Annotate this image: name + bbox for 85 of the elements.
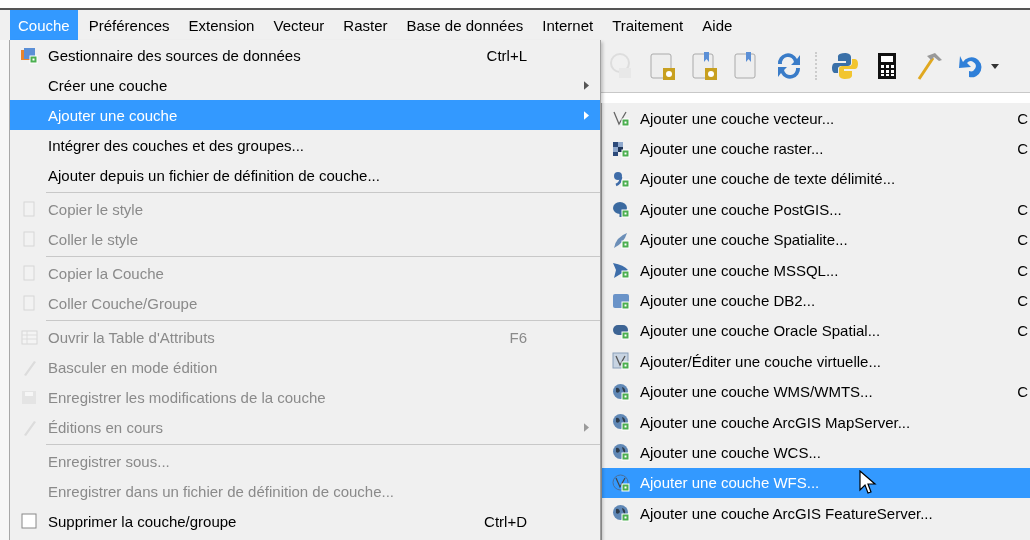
menu-item-label: Créer une couche (48, 76, 168, 94)
menu-item-label: Copier la Couche (48, 264, 164, 282)
menu-bar-item[interactable]: Base de données (398, 10, 532, 40)
database-icon (612, 291, 630, 310)
menu-item-label: Ajouter une couche WCS... (640, 444, 821, 461)
submenu-item[interactable]: Ajouter une couche de texte délimité... (602, 163, 1030, 195)
submenu-item[interactable]: Ajouter une couche Spatialite... C (602, 224, 1030, 255)
shortcut-label: C (1017, 109, 1028, 127)
menu-item-label: Ajouter/Éditer une couche virtuelle... (640, 352, 881, 370)
shortcut-label: Ctrl+L (486, 46, 527, 64)
menu-item-label: Basculer en mode édition (48, 358, 218, 376)
menu-item-label: Supprimer la couche/groupe (48, 512, 237, 530)
submenu-item[interactable]: Ajouter une couche vecteur... C (602, 103, 1030, 134)
menu-item[interactable]: Ajouter depuis un fichier de définition de couche... (10, 160, 600, 190)
shortcut-label: C (1017, 322, 1028, 340)
menu-item-label: Ajouter depuis un fichier de définition de couche... (48, 166, 380, 184)
globe-icon (612, 443, 630, 462)
menu-item-label: Ajouter une couche MSSQL... (640, 261, 839, 279)
menu-item-label: Ajouter une couche PostGIS... (640, 200, 842, 218)
vector-icon (612, 352, 630, 371)
shortcut-label: C (1017, 261, 1028, 279)
shortcut-label: C (1017, 140, 1028, 158)
submenu-item[interactable]: Ajouter une couche ArcGIS FeatureServer... (602, 498, 1030, 529)
stack-icon (20, 46, 38, 64)
submenu-item[interactable]: Ajouter une couche DB2... C (602, 285, 1030, 316)
menu-item-label: Coller Couche/Groupe (48, 294, 198, 312)
menu-bar-item[interactable]: Internet (534, 10, 602, 40)
menu-item[interactable]: Créer une couche (10, 70, 600, 100)
menu-item-label: Ajouter une couche WFS... (640, 474, 820, 492)
menu-item[interactable]: Intégrer des couches et des groupes... (10, 130, 600, 160)
menu-bar-item[interactable]: Vecteur (265, 10, 333, 40)
menu-item-label: Ajouter une couche de texte délimité... (640, 170, 896, 188)
menu-bar-item[interactable]: Traitement (604, 10, 692, 40)
submenu-item[interactable]: Ajouter une couche WMS/WMTS... C (602, 376, 1030, 407)
elephant-icon (612, 200, 630, 219)
menu-item-label: Ajouter une couche ArcGIS MapServer... (640, 413, 911, 431)
mouse-pointer-icon (859, 470, 877, 496)
python-icon[interactable] (829, 50, 861, 82)
vector-icon (612, 473, 630, 492)
menu-bar-item[interactable]: Raster (335, 10, 396, 40)
menu-item-label: Ajouter une couche raster... (640, 140, 824, 158)
comma-icon (612, 169, 630, 188)
submenu-item[interactable]: Ajouter une couche PostGIS... C (602, 194, 1030, 225)
checkbox-icon (20, 512, 38, 530)
globe-icon (612, 382, 630, 401)
menu-item-label: Ajouter une couche DB2... (640, 292, 816, 310)
shortcut-label: C (1017, 383, 1028, 401)
menu-item[interactable]: Supprimer la couche/groupe Ctrl+D (10, 506, 600, 536)
globe-icon (612, 504, 630, 523)
shortcut-label: C (1017, 292, 1028, 310)
submenu-item[interactable]: Ajouter une couche MSSQL... C (602, 254, 1030, 286)
fish-icon (612, 261, 630, 280)
shortcut-label: F6 (509, 328, 527, 346)
menu-item-label: Enregistrer dans un fichier de définition de couche... (48, 482, 395, 500)
menu-item-label: Enregistrer les modifications de la couche (48, 388, 326, 406)
menu-item-label: Ouvrir la Table d'Attributs (48, 328, 215, 346)
globe-icon (612, 413, 630, 432)
menu-item-label: Enregistrer sous... (48, 452, 170, 470)
menu-item-label: Ajouter une couche ArcGIS FeatureServer... (640, 504, 933, 522)
submenu-item[interactable]: Ajouter une couche ArcGIS MapServer... (602, 406, 1030, 438)
menu-item-label: Éditions en cours (48, 418, 164, 436)
menu-item-label: Ajouter une couche (48, 106, 178, 124)
menu-item-label: Intégrer des couches et des groupes... (48, 136, 304, 154)
submenu-item[interactable]: Ajouter/Éditer une couche virtuelle... (602, 346, 1030, 377)
menu-item-label: Ajouter une couche Oracle Spatial... (640, 322, 881, 340)
submenu-item[interactable]: Ajouter une couche raster... C (602, 133, 1030, 164)
menu-item-label: Gestionnaire des sources de données (48, 46, 301, 64)
menu-item[interactable]: Gestionnaire des sources de données Ctrl+L (10, 40, 600, 70)
raster-icon (612, 139, 630, 158)
submenu-item[interactable]: Ajouter une couche WCS... (602, 437, 1030, 468)
vector-icon (612, 109, 630, 128)
menu-bar-item[interactable]: Préférences (80, 10, 178, 40)
submenu-item[interactable]: Ajouter une couche Oracle Spatial... C (602, 315, 1030, 347)
caret-icon[interactable] (991, 63, 999, 69)
menu-item-label: Ajouter une couche Spatialite... (640, 231, 848, 249)
menu-item-label: Ajouter une couche WMS/WMTS... (640, 383, 873, 401)
shortcut-label: Ctrl+D (484, 512, 527, 530)
shortcut-label: C (1017, 200, 1028, 218)
menu-bar-item[interactable]: Extension (180, 10, 263, 40)
menu-item-label: Coller le style (48, 230, 139, 248)
menu-item-label: Copier le style (48, 200, 144, 218)
menu-bar-item[interactable]: Aide (694, 10, 741, 40)
shortcut-label: C (1017, 231, 1028, 249)
menu-item-label: Ajouter une couche vecteur... (640, 109, 835, 127)
feather-icon (612, 230, 630, 249)
